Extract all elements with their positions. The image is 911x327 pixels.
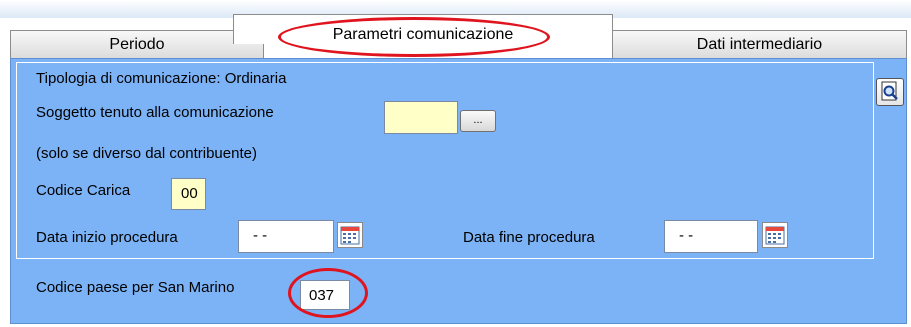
tab-dati-label: Dati intermediario — [696, 36, 823, 53]
calendar-icon[interactable] — [762, 222, 788, 248]
preview-button[interactable] — [876, 78, 904, 106]
tab-parametri-comunicazione[interactable]: Parametri comunicazione — [233, 14, 613, 44]
tab-dati-intermediario[interactable]: Dati intermediario — [612, 30, 907, 58]
data-fine-label: Data fine procedura — [463, 229, 595, 246]
calendar-icon[interactable] — [337, 222, 363, 248]
data-inizio-label: Data inizio procedura — [36, 229, 178, 246]
data-fine-input[interactable]: - - — [664, 220, 758, 253]
codice-paese-input[interactable]: 037 — [300, 280, 350, 310]
tab-periodo[interactable]: Periodo — [10, 30, 264, 58]
soggetto-note: (solo se diverso dal contribuente) — [36, 145, 257, 162]
tab-periodo-label: Periodo — [109, 36, 165, 53]
magnifier-page-icon — [881, 81, 898, 101]
codice-carica-label: Codice Carica — [36, 182, 131, 199]
codice-carica-input[interactable]: 00 — [171, 178, 206, 210]
soggetto-input[interactable] — [384, 101, 458, 134]
tipologia-label: Tipologia di comunicazione: Ordinaria — [36, 70, 287, 87]
codice-paese-label: Codice paese per San Marino — [36, 279, 235, 296]
data-inizio-input[interactable]: - - — [238, 220, 334, 253]
soggetto-label: Soggetto tenuto alla comunicazione — [36, 104, 274, 121]
soggetto-browse-button[interactable]: ... — [460, 110, 496, 132]
tab-parametri-label: Parametri comunicazione — [332, 26, 514, 43]
